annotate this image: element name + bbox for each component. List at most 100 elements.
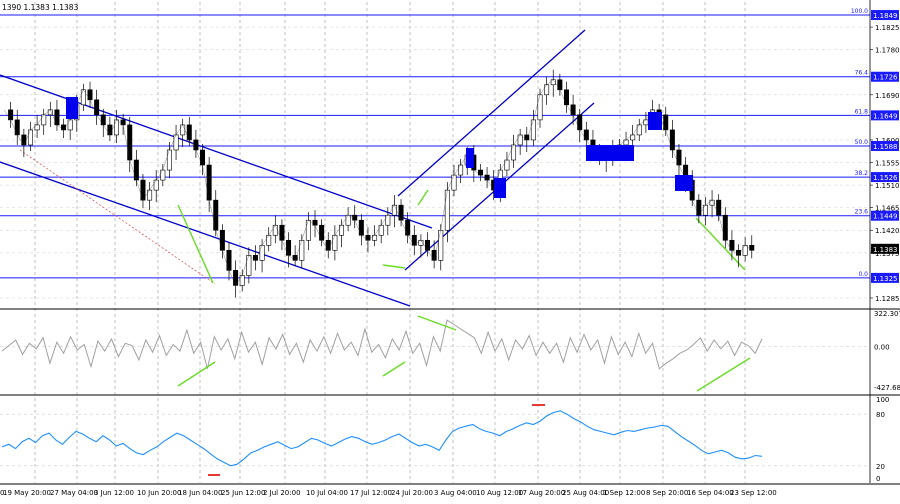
zone-box (648, 112, 662, 130)
time-axis-label: 3 Aug 04:00 (434, 489, 477, 497)
candle-body (729, 239, 735, 251)
candle-body (583, 129, 589, 141)
candle-body (391, 204, 397, 216)
candle-body (425, 239, 431, 251)
candle-body (577, 114, 583, 131)
fib-pct-label: 100.0 (851, 8, 868, 15)
price-tick-label: 1.1780 (875, 47, 900, 55)
candle-body (147, 189, 153, 201)
time-axis-label: 2 Jul 20:00 (263, 489, 301, 497)
candle-body (372, 234, 378, 241)
candle-body (385, 214, 391, 226)
fib-pct-label: 0.0 (858, 271, 868, 278)
fib-price-label: 1.1726 (873, 74, 898, 82)
candle-body (511, 144, 517, 161)
candle-body (319, 224, 325, 241)
time-axis-label: 10 Jun 20:00 (137, 489, 181, 497)
candle-body (14, 119, 20, 136)
candle-body (246, 255, 252, 276)
candle-body (94, 99, 100, 116)
candle-body (67, 119, 73, 131)
zone-box (586, 145, 634, 161)
candle-body (332, 234, 338, 251)
candle-body (636, 124, 642, 136)
candle-body (213, 199, 219, 231)
candle-body (544, 84, 550, 96)
time-axis-label: 18 Jun 04:00 (178, 489, 222, 497)
fib-price-label: 1.1526 (873, 174, 898, 182)
candle-body (338, 224, 344, 236)
candle-body (438, 229, 444, 261)
candle-body (378, 224, 384, 236)
current-price-label: 1.1383 (873, 246, 898, 254)
candle-body (34, 124, 40, 131)
candle-body (252, 255, 258, 261)
time-axis: 019 May 20:0027 May 04:003 Jun 12:00 10 J… (0, 489, 777, 497)
candle-body (484, 174, 490, 181)
candle-body (140, 179, 146, 201)
candle-body (358, 219, 364, 236)
rsi-axis-label: 0 (876, 475, 880, 483)
time-axis-label: 8 Sep 20:00 (646, 489, 688, 497)
candle-body (186, 124, 192, 141)
fib-price-label: 1.1449 (873, 213, 898, 221)
fib-pct-label: 38.2 (855, 170, 869, 177)
candle-body (180, 124, 186, 136)
candle-body (266, 234, 272, 246)
candle-body (272, 224, 278, 236)
candle-body (206, 164, 212, 201)
price-tick-label: 1.1420 (875, 227, 900, 235)
candle-body (517, 134, 523, 146)
candle-body (643, 119, 649, 126)
time-axis-label: 27 May 04:00 (50, 489, 98, 497)
candle-body (259, 244, 265, 261)
candle-body (477, 169, 483, 176)
candle-body (749, 244, 755, 251)
zone-box (66, 97, 78, 119)
candle-body (127, 124, 133, 161)
candle-body (623, 139, 629, 146)
zone-box (675, 175, 693, 191)
rsi-axis-label: 80 (876, 411, 885, 419)
chart-window: 1.1825 1.1780 1.1690 1.1600 1.1555 1.1510 1.14… (0, 0, 900, 500)
candle-body (398, 204, 404, 221)
candle-body (742, 244, 748, 256)
candle-body (669, 129, 675, 151)
candle-body (325, 239, 331, 251)
fib-pct-label: 23.6 (855, 209, 869, 216)
ohlc-readout: 1390 1.1383 1.1383 (2, 3, 79, 12)
price-tick-label: 1.1690 (875, 92, 900, 100)
candle-body (100, 114, 106, 126)
time-axis-label: 10 Jul 04:00 (306, 489, 348, 497)
candle-body (113, 119, 119, 136)
fib-price-label: 1.1325 (873, 275, 898, 283)
candle-body (365, 234, 371, 241)
candle-body (722, 214, 728, 241)
candle-body (239, 275, 245, 286)
candle-body (352, 214, 358, 221)
candle-body (27, 129, 33, 146)
candle-body (153, 179, 159, 191)
candle-body (107, 124, 113, 136)
price-tick-label: 1.1510 (875, 182, 900, 190)
time-axis-label: 19 May 20:00 (3, 489, 51, 497)
candle-body (709, 199, 715, 206)
fib-pct-label: 61.8 (855, 108, 869, 115)
candle-body (563, 89, 569, 106)
candle-body (41, 114, 47, 126)
cci-axis-label: 322.3074 (874, 310, 900, 318)
candle-body (557, 79, 563, 91)
candle-body (444, 189, 450, 231)
price-tick-label: 1.1285 (875, 295, 900, 303)
time-axis-label: 23 Sep 12:00 (730, 489, 777, 497)
cci-axis-label: -427.686 (874, 384, 900, 392)
candle-body (200, 149, 206, 166)
time-axis-label: 24 Jul 20:00 (391, 489, 433, 497)
time-axis-label: 16 Sep 04:00 (687, 489, 734, 497)
candle-body (87, 89, 93, 101)
time-axis-label: 17 Jul 12:00 (350, 489, 392, 497)
time-axis-label: 10 Aug 12:00 (476, 489, 523, 497)
candle-body (160, 169, 166, 181)
candle-body (716, 199, 722, 216)
candle-body (305, 219, 311, 241)
